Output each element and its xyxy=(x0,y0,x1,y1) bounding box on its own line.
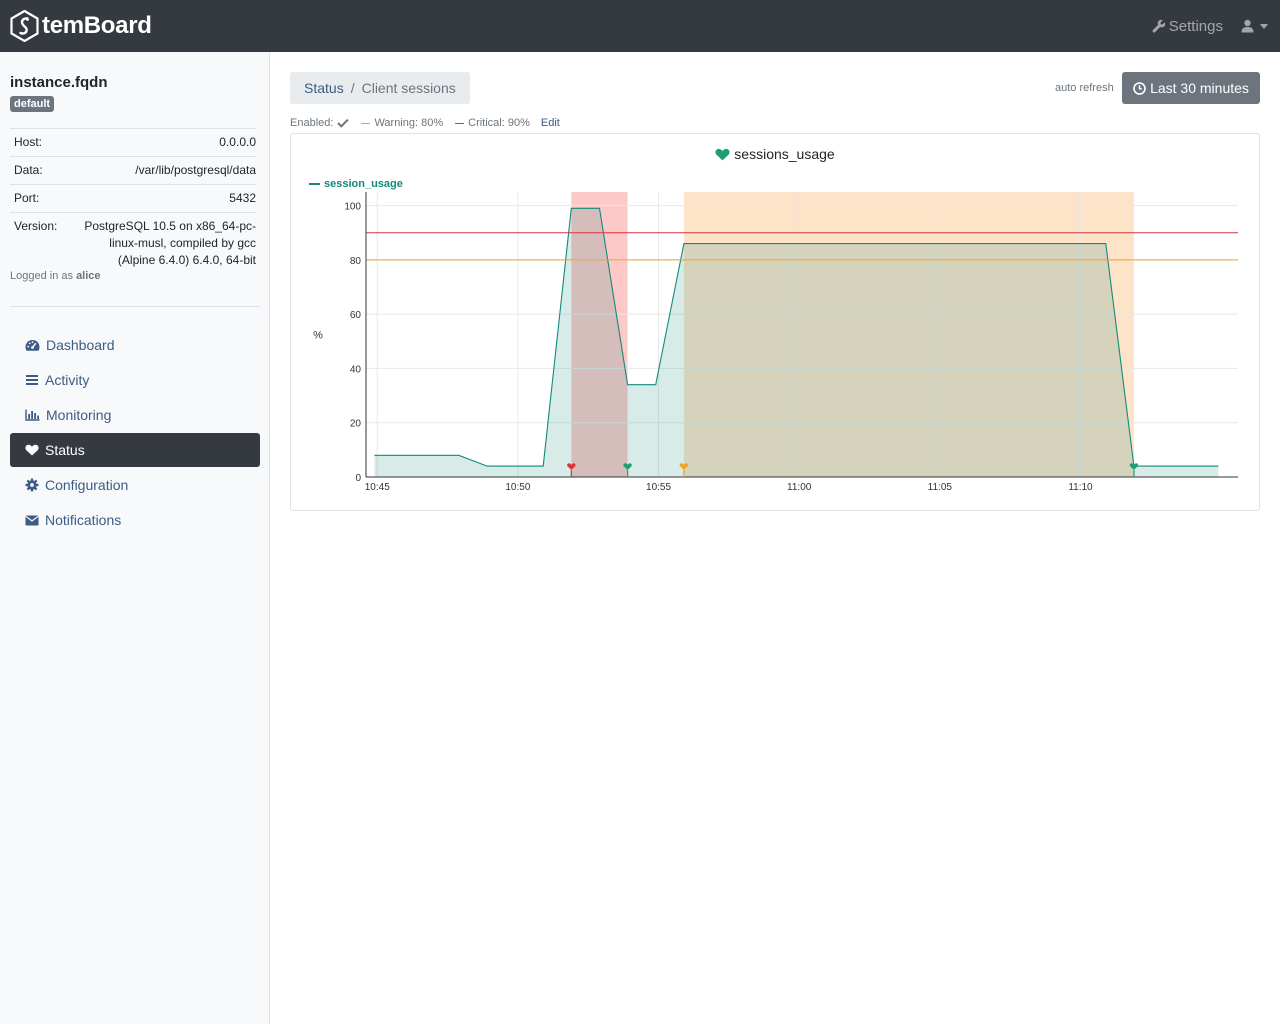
clock-icon xyxy=(1133,81,1146,95)
breadcrumb-separator: / xyxy=(350,80,355,96)
x-tick-label: 11:00 xyxy=(787,482,812,493)
heart-icon xyxy=(25,444,39,456)
time-range-label: Last 30 minutes xyxy=(1150,80,1249,96)
sidebar-item-label: Notifications xyxy=(45,512,122,528)
info-value: 0.0.0.0 xyxy=(68,128,256,157)
y-tick-label: 0 xyxy=(355,473,361,484)
x-tick-label: 11:05 xyxy=(928,482,953,493)
info-row-data: Data: /var/lib/postgresql/data xyxy=(10,156,256,185)
enabled-label: Enabled: xyxy=(290,117,334,129)
y-tick-label: 100 xyxy=(344,202,361,213)
sidebar-item-dashboard[interactable]: Dashboard xyxy=(10,328,260,362)
list-icon xyxy=(26,375,38,385)
brand-link[interactable]: temBoard xyxy=(10,10,152,42)
critical-line-swatch xyxy=(455,122,465,124)
environment-badge: default xyxy=(10,96,55,112)
sidebar-divider xyxy=(10,306,260,307)
y-tick-label: 60 xyxy=(350,310,362,321)
sidebar-item-label: Monitoring xyxy=(46,407,112,423)
sidebar-item-activity[interactable]: Activity xyxy=(10,363,260,397)
breadcrumb-current: Client sessions xyxy=(361,80,456,96)
check-config-bar: Enabled: Warning: 80% Critical: 90% Edit xyxy=(290,117,560,129)
envelope-icon xyxy=(25,515,39,525)
logged-in-prefix: Logged in as xyxy=(10,270,73,282)
time-range-button[interactable]: Last 30 minutes xyxy=(1122,72,1260,104)
sidebar-item-label: Status xyxy=(45,442,85,458)
tachometer-icon xyxy=(25,339,40,351)
top-navbar: temBoard Settings xyxy=(0,0,1280,52)
chart-card: sessions_usage session_usage 0 20 40 60 80 10… xyxy=(290,133,1260,511)
info-label: Version: xyxy=(10,212,68,274)
instance-info-table: Host: 0.0.0.0 Data: /var/lib/postgresql/… xyxy=(10,128,256,274)
check-icon xyxy=(337,118,350,128)
sidebar-item-monitoring[interactable]: Monitoring xyxy=(10,398,260,432)
breadcrumb: Status / Client sessions xyxy=(290,72,470,104)
x-tick-label: 11:10 xyxy=(1068,482,1093,493)
brand-name: temBoard xyxy=(42,12,152,39)
x-tick-label: 10:50 xyxy=(505,482,530,493)
y-axis-label: % xyxy=(313,330,323,342)
info-row-host: Host: 0.0.0.0 xyxy=(10,128,256,157)
sidebar: instance.fqdn default Host: 0.0.0.0 Data… xyxy=(0,52,270,1024)
y-tick-label: 20 xyxy=(350,419,362,430)
info-label: Data: xyxy=(10,156,68,185)
y-tick-label: 80 xyxy=(350,256,362,267)
info-label: Host: xyxy=(10,128,68,157)
critical-threshold-label: Critical: 90% xyxy=(468,117,530,129)
logged-in-text: Logged in as alice xyxy=(10,270,101,282)
user-menu-toggle[interactable] xyxy=(1241,19,1268,33)
instance-name: instance.fqdn xyxy=(10,74,108,91)
x-tick-label: 10:55 xyxy=(646,482,671,493)
warning-line-swatch xyxy=(361,122,371,124)
info-value: 5432 xyxy=(68,184,256,213)
y-tick-label: 40 xyxy=(350,364,362,375)
info-row-port: Port: 5432 xyxy=(10,184,256,213)
info-value: /var/lib/postgresql/data xyxy=(68,156,256,185)
sidebar-item-configuration[interactable]: Configuration xyxy=(10,468,260,502)
sidebar-item-label: Dashboard xyxy=(46,337,115,353)
sessions-usage-chart: 0 20 40 60 80 100 10:45 10:50 10:55 11:00 11:05 11:… xyxy=(313,192,1238,493)
temboard-logo-icon xyxy=(10,10,39,42)
bar-chart-icon xyxy=(25,409,40,421)
breadcrumb-status-link[interactable]: Status xyxy=(304,80,344,96)
sidebar-item-label: Configuration xyxy=(45,477,129,493)
info-row-version: Version: PostgreSQL 10.5 on x86_64-pc-li… xyxy=(10,212,256,274)
sidebar-item-notifications[interactable]: Notifications xyxy=(10,503,260,537)
x-tick-label: 10:45 xyxy=(365,482,390,493)
sidebar-menu: Dashboard Activity Monitoring Status Con… xyxy=(10,328,260,538)
chevron-down-icon xyxy=(1260,23,1268,29)
sidebar-item-label: Activity xyxy=(45,372,90,388)
info-value: PostgreSQL 10.5 on x86_64-pc-linux-musl,… xyxy=(68,212,256,274)
auto-refresh-label: auto refresh xyxy=(1055,82,1114,94)
gear-icon xyxy=(25,478,39,492)
settings-label: Settings xyxy=(1168,17,1223,35)
sidebar-item-status[interactable]: Status xyxy=(10,433,260,467)
edit-check-link[interactable]: Edit xyxy=(541,117,560,129)
settings-link[interactable]: Settings xyxy=(1152,18,1223,35)
user-icon xyxy=(1241,19,1254,33)
series-area xyxy=(374,208,1219,478)
wrench-icon xyxy=(1152,19,1165,33)
info-label: Port: xyxy=(10,184,68,213)
warning-threshold-label: Warning: 80% xyxy=(374,117,444,129)
username: alice xyxy=(76,270,101,282)
